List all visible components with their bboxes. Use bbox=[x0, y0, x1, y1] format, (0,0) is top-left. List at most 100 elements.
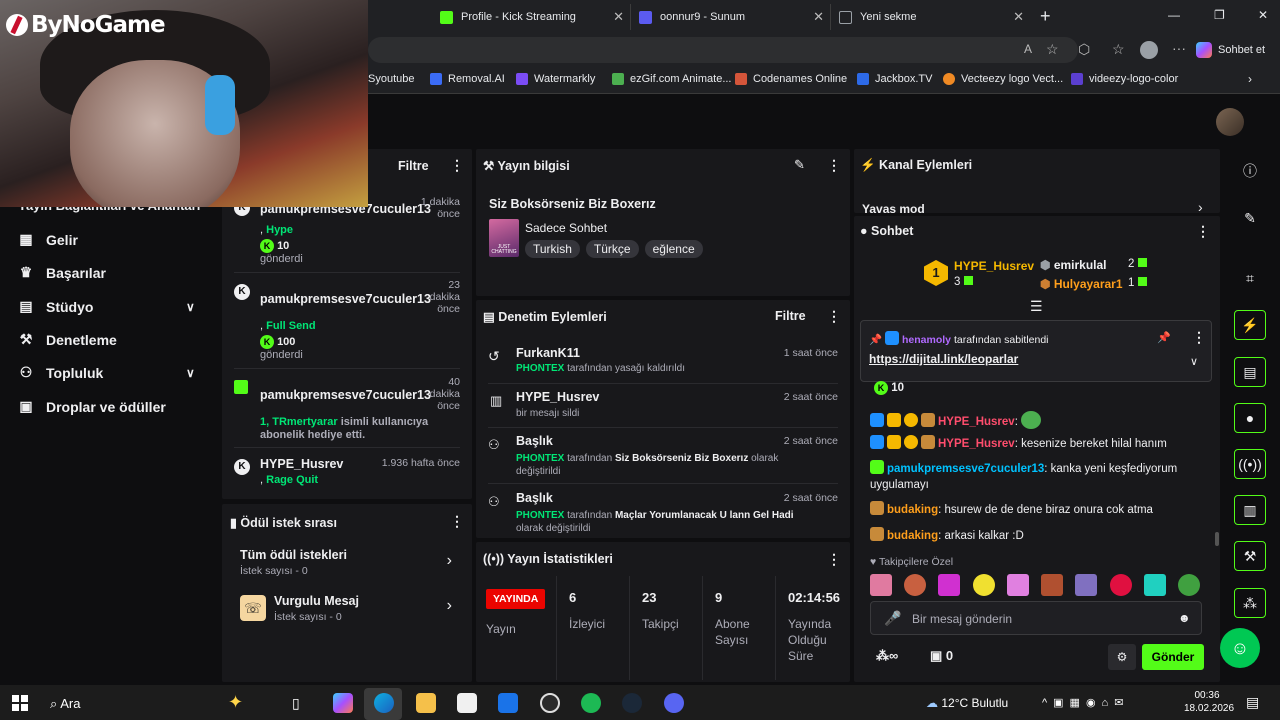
copilot-sparkle-icon[interactable]: ✦ bbox=[228, 692, 243, 713]
bookmark-item[interactable]: Watermarkly bbox=[516, 73, 595, 85]
mod-filter-button[interactable]: Filtre bbox=[775, 309, 806, 323]
emote-icon[interactable] bbox=[1177, 574, 1200, 596]
emote-icon[interactable] bbox=[870, 574, 892, 596]
bookmark-item[interactable]: ezGif.com Animate... bbox=[612, 73, 731, 85]
reward-more-icon[interactable]: ⋮ bbox=[450, 513, 464, 530]
extensions-icon[interactable]: ⬡ bbox=[1078, 41, 1090, 58]
wrench-icon[interactable]: ⚒ bbox=[1234, 541, 1266, 571]
chat-username[interactable]: budaking bbox=[887, 530, 938, 542]
chat-username[interactable]: HYPE_Husrev bbox=[938, 438, 1015, 450]
bookmark-item[interactable]: Codenames Online bbox=[735, 73, 847, 85]
slow-mode-item[interactable]: Yavaş mod bbox=[862, 202, 925, 213]
edge-browser-icon[interactable] bbox=[374, 693, 394, 713]
minimize-button[interactable]: — bbox=[1168, 8, 1180, 22]
taskbar-search[interactable]: ⌕ Ara bbox=[50, 696, 80, 712]
favorite-star-icon[interactable]: ☆ bbox=[1046, 41, 1059, 58]
unpin-icon[interactable]: 📌 bbox=[1157, 331, 1171, 344]
pinned-link[interactable]: https://dijital.link/leoparlar bbox=[869, 352, 1018, 366]
pinned-more-icon[interactable]: ⋮ bbox=[1192, 329, 1206, 346]
chevron-down-icon[interactable]: ∨ bbox=[1190, 355, 1198, 368]
sidebar-item-denetleme[interactable]: ⚒ Denetleme bbox=[18, 331, 117, 348]
close-window-button[interactable]: ✕ bbox=[1258, 8, 1268, 22]
sidebar-item-topluluk[interactable]: ⚇ Topluluk ∨ bbox=[18, 364, 195, 381]
sidebar-item-droplar[interactable]: ▣ Droplar ve ödüller bbox=[18, 398, 165, 415]
avatar[interactable] bbox=[1216, 108, 1244, 136]
file-explorer-icon[interactable] bbox=[416, 693, 436, 713]
sidebar-item-studyo[interactable]: ▤ Stüdyo ∨ bbox=[18, 298, 194, 315]
new-tab-button[interactable]: + bbox=[1040, 6, 1051, 27]
spotify-icon[interactable] bbox=[581, 693, 601, 713]
close-tab-icon[interactable]: ✕ bbox=[1013, 9, 1024, 25]
chat-settings-icon[interactable]: ⚙ bbox=[1108, 644, 1136, 670]
microphone-icon[interactable]: 🎤 bbox=[884, 610, 901, 627]
notes-icon[interactable]: ▤ bbox=[1234, 357, 1266, 387]
close-tab-icon[interactable]: ✕ bbox=[813, 9, 824, 25]
copilot-button[interactable]: Sohbet et bbox=[1196, 38, 1265, 62]
bookmark-item[interactable]: Removal.AI bbox=[430, 73, 505, 85]
emote-icon[interactable] bbox=[1143, 574, 1166, 596]
inventory[interactable]: ▣ 0 bbox=[930, 648, 953, 664]
points-icon[interactable]: ⁂ bbox=[1234, 588, 1266, 618]
more-icon[interactable]: ··· bbox=[1172, 40, 1186, 56]
bookmark-item[interactable]: Jackbox.TV bbox=[857, 73, 932, 85]
stats-more-icon[interactable]: ⋮ bbox=[827, 551, 841, 568]
taskbar-clock[interactable]: 00:36 18.02.2026 bbox=[1184, 689, 1234, 715]
notification-icon[interactable]: ▤ bbox=[1246, 694, 1259, 711]
emoji-icon[interactable]: ☻ bbox=[1178, 611, 1191, 625]
sidebar-item-basarilar[interactable]: ♛ Başarılar bbox=[18, 264, 106, 281]
send-button[interactable]: Gönder bbox=[1142, 644, 1204, 670]
tab-sunum[interactable]: oonnur9 - Sunum ✕ bbox=[630, 4, 830, 30]
chat-more-icon[interactable]: ⋮ bbox=[1196, 223, 1210, 240]
emote-icon[interactable] bbox=[1075, 574, 1098, 596]
chevron-right-icon[interactable]: › bbox=[1198, 199, 1203, 213]
clipboard-icon[interactable]: ▥ bbox=[1234, 495, 1266, 525]
weather-widget[interactable]: ☁ 12°C Bulutlu bbox=[926, 696, 1008, 710]
store-icon[interactable] bbox=[457, 693, 477, 713]
broadcast-icon[interactable]: ((•)) bbox=[1234, 449, 1266, 479]
activity-more-icon[interactable]: ⋮ bbox=[450, 157, 464, 174]
chat-bubble-icon[interactable]: ● bbox=[1234, 403, 1266, 433]
chat-username[interactable]: HYPE_Husrev bbox=[938, 416, 1015, 428]
obs-icon[interactable] bbox=[540, 693, 560, 713]
copilot-app-icon[interactable] bbox=[333, 693, 353, 713]
read-aloud-icon[interactable]: A bbox=[1024, 42, 1032, 56]
highlighted-message-reward[interactable]: ☏ Vurgulu Mesaj İstek sayısı - 0 › bbox=[240, 593, 456, 625]
emote-icon[interactable] bbox=[904, 574, 927, 596]
profile-icon[interactable] bbox=[1140, 41, 1158, 59]
bookmark-item[interactable]: Vecteezy logo Vect... bbox=[943, 73, 1063, 85]
crop-icon[interactable]: ⌗ bbox=[1234, 263, 1266, 293]
chat-username[interactable]: pamukpremsesve7cuculer13 bbox=[887, 463, 1044, 475]
edit-pencil-icon[interactable]: ✎ bbox=[794, 157, 805, 173]
info-icon[interactable]: ⓘ bbox=[1234, 156, 1266, 186]
stream-info-more-icon[interactable]: ⋮ bbox=[827, 157, 841, 174]
collapse-leaderboard-icon[interactable]: ☰ bbox=[1030, 298, 1043, 315]
task-view-icon[interactable]: ▯ bbox=[292, 695, 300, 712]
activity-filter-button[interactable]: Filtre bbox=[398, 159, 429, 173]
tab-kick-profile[interactable]: Profile - Kick Streaming ✕ bbox=[432, 4, 630, 30]
emote-icon[interactable] bbox=[972, 574, 995, 596]
bookmarks-more-icon[interactable]: › bbox=[1248, 72, 1252, 86]
tab-new[interactable]: Yeni sekme ✕ bbox=[830, 4, 1030, 30]
windows-start-icon[interactable] bbox=[12, 695, 28, 711]
bookmark-item[interactable]: Syoutube bbox=[368, 73, 414, 85]
edit-pencil-icon[interactable]: ✎ bbox=[1234, 203, 1266, 233]
chat-username[interactable]: budaking bbox=[887, 504, 938, 516]
url-input[interactable] bbox=[368, 37, 1078, 63]
discord-icon[interactable] bbox=[664, 693, 684, 713]
lightning-icon[interactable]: ⚡ bbox=[1234, 310, 1266, 340]
favorites-icon[interactable]: ☆ bbox=[1112, 41, 1125, 58]
emote-icon[interactable] bbox=[1041, 574, 1064, 596]
channel-points[interactable]: ⁂∞ bbox=[876, 648, 898, 664]
mod-more-icon[interactable]: ⋮ bbox=[827, 308, 841, 325]
steam-icon[interactable] bbox=[622, 693, 642, 713]
chat-scrollbar[interactable] bbox=[1215, 532, 1219, 546]
sidebar-item-gelir[interactable]: ▦ Gelir bbox=[18, 231, 78, 248]
support-chat-icon[interactable]: ☺ bbox=[1220, 628, 1260, 668]
all-reward-requests[interactable]: Tüm ödül istekleri İstek sayısı - 0 › bbox=[240, 548, 456, 580]
emote-icon[interactable] bbox=[1006, 574, 1029, 596]
bookmark-item[interactable]: videezy-logo-color bbox=[1071, 73, 1178, 85]
close-tab-icon[interactable]: ✕ bbox=[613, 9, 624, 25]
maximize-button[interactable]: ❐ bbox=[1214, 8, 1225, 22]
emote-icon[interactable] bbox=[938, 574, 961, 596]
system-tray-icons[interactable]: ^▣▦◉⌂✉ bbox=[1042, 696, 1129, 709]
